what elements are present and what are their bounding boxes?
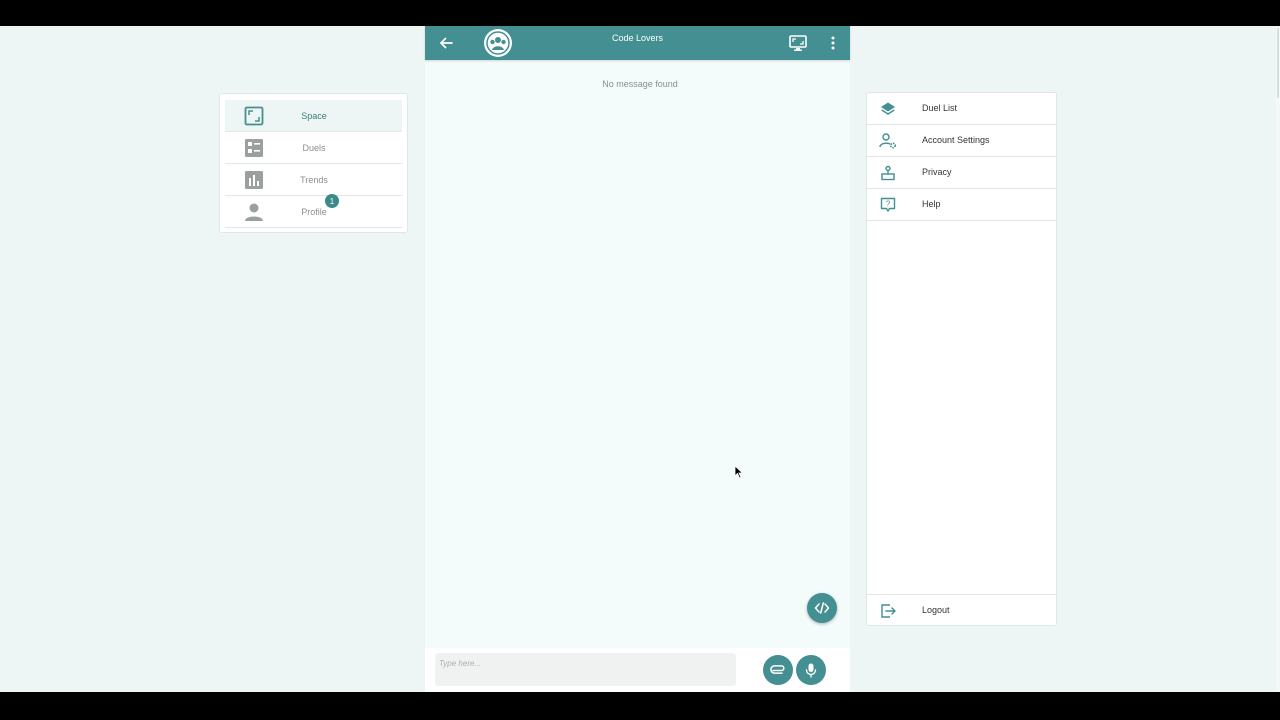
chat-panel: Code Lovers No message found: [425, 26, 850, 692]
attach-button[interactable]: [763, 655, 793, 685]
code-icon: [814, 602, 830, 614]
scrollbar-thumb[interactable]: [1277, 28, 1279, 98]
nav-label-profile: Profile: [301, 206, 327, 217]
message-composer: [425, 648, 850, 692]
nav-item-profile[interactable]: Profile 1: [225, 194, 402, 228]
back-arrow-icon[interactable]: [437, 34, 455, 52]
right-menu: Duel List Account Settings Privacy ? Hel…: [866, 92, 1057, 626]
nav-label-space: Space: [301, 110, 327, 121]
menu-label-duel-list: Duel List: [922, 103, 958, 113]
nav-item-space[interactable]: Space: [225, 100, 402, 132]
nav-label-duels: Duels: [302, 142, 326, 153]
left-nav: Space Duels Trends Profile 1: [219, 93, 408, 233]
menu-item-account-settings[interactable]: Account Settings: [867, 125, 1056, 157]
screen-share-icon[interactable]: [789, 34, 807, 52]
empty-message: No message found: [602, 79, 678, 89]
nav-label-trends: Trends: [300, 174, 328, 185]
menu-label-privacy: Privacy: [922, 167, 952, 177]
menu-item-help[interactable]: ? Help: [867, 189, 1056, 221]
menu-label-help: Help: [922, 199, 941, 209]
group-avatar[interactable]: [484, 29, 512, 57]
mic-icon: [805, 663, 817, 678]
nav-item-trends[interactable]: Trends: [225, 164, 402, 196]
mouse-cursor-icon: [734, 465, 744, 479]
app-stage: Space Duels Trends Profile 1 Code Lovers…: [0, 26, 1280, 692]
layers-icon: [879, 100, 897, 118]
message-input[interactable]: [435, 653, 736, 686]
logout-icon: [879, 602, 897, 620]
notification-badge: 1: [325, 194, 339, 208]
svg-text:?: ?: [886, 200, 891, 209]
menu-label-account-settings: Account Settings: [922, 135, 990, 145]
privacy-icon: [879, 164, 897, 182]
chat-header: Code Lovers: [425, 26, 850, 60]
page-scrollbar[interactable]: [1276, 26, 1280, 692]
mic-button[interactable]: [796, 655, 826, 685]
menu-item-duel-list[interactable]: Duel List: [867, 93, 1056, 125]
nav-item-duels[interactable]: Duels: [225, 132, 402, 164]
chat-title: Code Lovers: [611, 33, 664, 43]
menu-label-logout: Logout: [922, 605, 950, 615]
more-vert-icon[interactable]: [826, 34, 840, 52]
menu-item-privacy[interactable]: Privacy: [867, 157, 1056, 189]
paperclip-icon: [770, 665, 785, 674]
code-button[interactable]: [807, 593, 837, 623]
user-cog-icon: [879, 132, 897, 150]
help-icon: ?: [879, 196, 897, 214]
menu-item-logout[interactable]: Logout: [867, 594, 1056, 626]
